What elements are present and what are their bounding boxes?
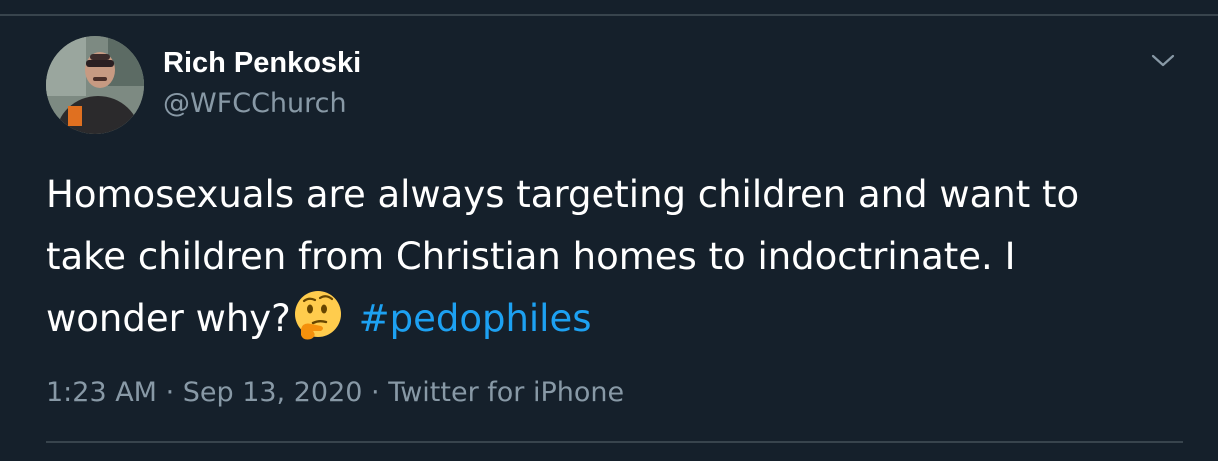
tweet-text-line-2: take children from Christian homes to in…	[46, 235, 1016, 278]
more-options-button[interactable]	[1148, 46, 1178, 76]
tweet-text-line-1: Homosexuals are always targeting childre…	[46, 173, 1080, 216]
tweet-time[interactable]: 1:23 AM	[46, 377, 157, 408]
chevron-down-icon	[1151, 54, 1175, 67]
tweet-date[interactable]: Sep 13, 2020	[183, 377, 363, 408]
tweet-source[interactable]: Twitter for iPhone	[388, 377, 624, 408]
thinking-face-icon	[294, 291, 341, 340]
avatar-image	[46, 36, 144, 134]
top-divider	[0, 14, 1218, 16]
author-handle[interactable]: @WFCChurch	[163, 88, 347, 120]
hashtag-link[interactable]: #pedophiles	[359, 297, 592, 340]
tweet-text: Homosexuals are always targeting childre…	[46, 164, 1196, 350]
avatar[interactable]	[46, 36, 144, 134]
author-display-name[interactable]: Rich Penkoski	[163, 46, 361, 80]
bottom-divider	[46, 441, 1183, 443]
tweet-metadata: 1:23 AM · Sep 13, 2020 · Twitter for iPh…	[46, 376, 624, 410]
meta-separator: ·	[362, 377, 389, 408]
meta-separator: ·	[156, 377, 183, 408]
tweet-text-line-3-prefix: wonder why?	[46, 297, 291, 340]
tweet-text-line-3: wonder why? #pedophiles	[46, 288, 1196, 350]
